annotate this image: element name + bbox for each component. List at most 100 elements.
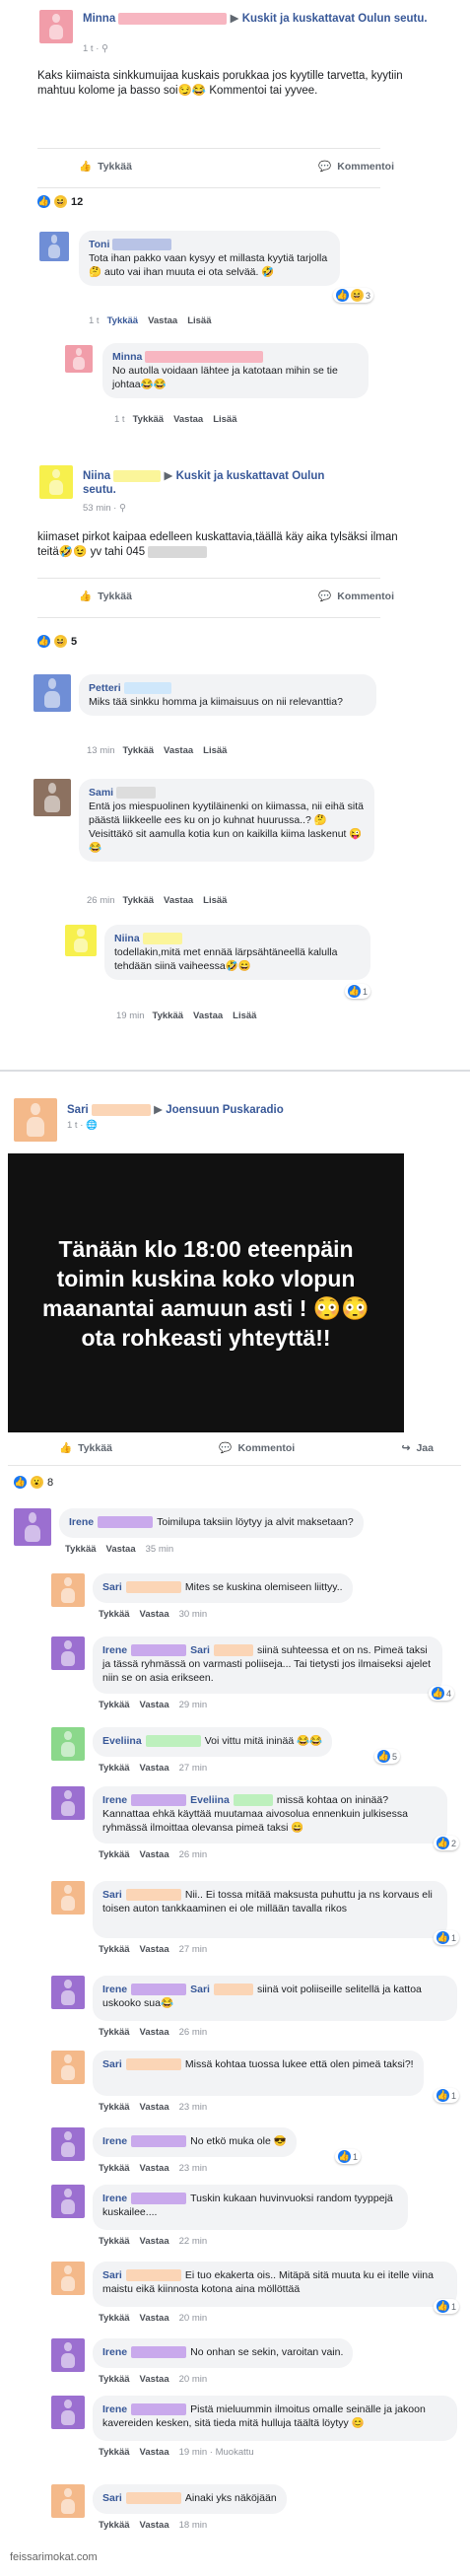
comment-avatar[interactable] (51, 1573, 85, 1607)
comment-reactions[interactable]: 👍 1 (434, 2299, 460, 2314)
like-link[interactable]: Tykkää (99, 2447, 130, 2458)
reply-link[interactable]: Vastaa (140, 2313, 169, 2324)
comment-avatar[interactable] (51, 1786, 85, 1820)
reply-link[interactable]: Vastaa (140, 1944, 169, 1955)
comment-avatar[interactable] (51, 1976, 85, 2009)
comment-reactions[interactable]: 👍 1 (345, 984, 371, 999)
share-button[interactable]: ↪ Jaa (402, 1441, 434, 1454)
comment-reactions[interactable]: 👍 2 (434, 1836, 460, 1850)
comment-reactions[interactable]: 👍 1 (434, 1930, 460, 1945)
like-link[interactable]: Tykkää (99, 1609, 130, 1620)
reply-link[interactable]: Vastaa (140, 2163, 169, 2174)
post3-avatar[interactable] (14, 1098, 57, 1142)
reply-link[interactable]: Vastaa (140, 2374, 169, 2385)
more-link[interactable]: Lisää (187, 315, 211, 326)
comment-author[interactable]: Irene (102, 1794, 127, 1806)
like-button[interactable]: 👍 Tykkää (79, 590, 132, 603)
mention-link[interactable]: Sari (190, 1644, 210, 1656)
reply-link[interactable]: Vastaa (140, 2520, 169, 2531)
post1-group[interactable]: Kuskit ja kuskattavat Oulun seutu. (242, 13, 428, 25)
reply-link[interactable]: Vastaa (140, 1849, 169, 1860)
like-link[interactable]: Tykkää (99, 2520, 130, 2531)
comment-author[interactable]: Toni (89, 239, 109, 250)
post2-avatar[interactable] (39, 465, 73, 499)
like-button[interactable]: 👍 Tykkää (59, 1441, 112, 1455)
comment-actions: Tykkää Vastaa 27 min (99, 1944, 208, 1955)
comment-author[interactable]: Irene (102, 2403, 127, 2415)
comment-avatar[interactable] (51, 1881, 85, 1915)
comment-avatar[interactable] (14, 1508, 51, 1546)
comment-avatar[interactable] (51, 2127, 85, 2161)
like-link[interactable]: Tykkää (99, 2102, 130, 2113)
like-link[interactable]: Tykkää (99, 2374, 130, 2385)
comment-author[interactable]: Sari (102, 2269, 122, 2281)
post2-header: Niina ▶ Kuskit ja kuskattavat Oulun seut… (83, 469, 325, 496)
comment-reactions[interactable]: 👍 1 (434, 2088, 460, 2103)
post3-reactions[interactable]: 👍 😮 8 (14, 1476, 53, 1489)
comment-author[interactable]: Sari (102, 2058, 122, 2070)
comment-reactions[interactable]: 👍 😆 3 (333, 288, 374, 303)
comment-button[interactable]: 💬 Kommentoi (318, 160, 394, 174)
like-button[interactable]: 👍 Tykkää (79, 160, 132, 174)
comment-avatar[interactable] (51, 1727, 85, 1761)
post1-author[interactable]: Minna (83, 13, 115, 25)
comment-avatar[interactable] (51, 2338, 85, 2372)
reply-link[interactable]: Vastaa (140, 1763, 169, 1774)
comment-button[interactable]: 💬 Kommentoi (219, 1441, 295, 1455)
reply-link[interactable]: Vastaa (140, 2447, 169, 2458)
comment-author[interactable]: Sari (102, 1581, 122, 1593)
watermark: feissarimokat.com (10, 2551, 98, 2563)
comment-reactions[interactable]: 👍 5 (374, 1749, 401, 1764)
comment: Irene Eveliina missä kohtaa on ininää? Kan… (93, 1786, 447, 1844)
comment-avatar[interactable] (34, 779, 71, 816)
comment-author[interactable]: Irene (102, 1984, 127, 1995)
comment-reactions[interactable]: 👍 1 (335, 2149, 362, 2164)
mention-link[interactable]: Eveliina (190, 1794, 230, 1806)
reply-link[interactable]: Vastaa (140, 1700, 169, 1710)
post1-reactions[interactable]: 👍 😆 12 (37, 195, 83, 208)
mention-link[interactable]: Sari (190, 1984, 210, 1995)
reply-link[interactable]: Vastaa (140, 2236, 169, 2247)
reply-link[interactable]: Vastaa (106, 1544, 136, 1555)
like-link[interactable]: Tykkää (99, 1849, 130, 1860)
comment-avatar[interactable] (51, 2051, 85, 2084)
comment-reactions[interactable]: 👍 4 (429, 1686, 455, 1701)
reply-link[interactable]: Vastaa (148, 315, 177, 326)
comment-avatar[interactable] (34, 674, 71, 712)
post1-avatar[interactable] (39, 10, 73, 43)
comment-author[interactable]: Eveliina (102, 1735, 142, 1747)
comment-avatar[interactable] (65, 345, 93, 373)
like-link[interactable]: Tykkää (99, 2313, 130, 2324)
like-link[interactable]: Tykkää (99, 1700, 130, 1710)
reply-link[interactable]: Vastaa (140, 1609, 169, 1620)
comment-avatar[interactable] (51, 1636, 85, 1670)
like-link[interactable]: Tykkää (99, 1944, 130, 1955)
like-link[interactable]: Tykkää (65, 1544, 97, 1555)
comment-author[interactable]: Irene (102, 2135, 127, 2147)
like-link[interactable]: Tykkää (99, 2027, 130, 2038)
comment-button[interactable]: 💬 Kommentoi (318, 590, 394, 603)
comment-avatar[interactable] (65, 925, 97, 956)
comment-avatar[interactable] (51, 2484, 85, 2518)
reply-link[interactable]: Vastaa (140, 2027, 169, 2038)
like-link[interactable]: Tykkää (99, 1763, 130, 1774)
comment-author[interactable]: Irene (69, 1516, 94, 1528)
comment-author[interactable]: Sari (102, 1889, 122, 1901)
comment-avatar[interactable] (39, 232, 69, 261)
post2-time[interactable]: 53 min · ⚲ (83, 503, 126, 514)
comment-avatar[interactable] (51, 2262, 85, 2295)
post3-image[interactable]: Tänään klo 18:00 eteenpäin toimin kuskin… (8, 1153, 404, 1432)
like-link[interactable]: Tykkää (99, 2163, 130, 2174)
comment-author[interactable]: Irene (102, 2193, 127, 2204)
post1-time[interactable]: 1 t · ⚲ (83, 43, 108, 54)
like-link[interactable]: Tykkää (99, 2236, 130, 2247)
post3-time[interactable]: 1 t · 🌐 (67, 1120, 98, 1131)
comment-author[interactable]: Irene (102, 1644, 127, 1656)
comment-avatar[interactable] (51, 2396, 85, 2429)
post2-reactions[interactable]: 👍 😆 5 (37, 635, 77, 648)
comment-author[interactable]: Irene (102, 2346, 127, 2358)
reply-link[interactable]: Vastaa (140, 2102, 169, 2113)
like-link[interactable]: Tykkää (107, 315, 139, 326)
comment-author[interactable]: Sari (102, 2492, 122, 2504)
comment-avatar[interactable] (51, 2185, 85, 2218)
